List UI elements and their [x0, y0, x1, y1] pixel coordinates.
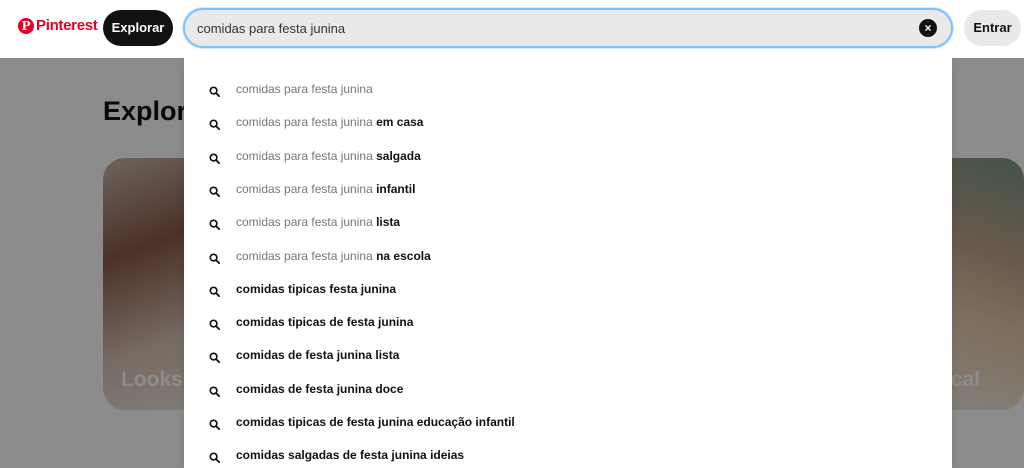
suggestion-item[interactable]: comidas para festa junina — [184, 73, 952, 106]
search-icon — [209, 417, 220, 430]
suggestion-item[interactable]: comidas de festa junina lista — [184, 339, 952, 372]
suggestion-item[interactable]: comidas salgadas de festa junina ideias — [184, 439, 952, 468]
explore-button[interactable]: Explorar — [103, 10, 173, 46]
suggestion-completion-part: em casa — [376, 115, 424, 130]
suggestion-completion-part: lista — [376, 215, 401, 230]
suggestion-query-part: comidas para festa junina — [236, 181, 373, 196]
suggestion-item[interactable]: comidas tipicas de festa junina — [184, 306, 952, 339]
suggestion-text: comidas de festa junina lista — [236, 348, 400, 363]
suggestion-text: comidas para festa junina salgada — [236, 149, 421, 163]
login-button[interactable]: Entrar — [964, 10, 1021, 46]
suggestion-completion-part: infantil — [376, 181, 416, 196]
suggestion-text: comidas para festa junina infantil — [236, 182, 415, 196]
suggestion-completion-part: na escola — [376, 248, 431, 263]
search-icon — [209, 350, 220, 364]
suggestion-query-part: comidas para festa junina — [236, 115, 373, 130]
search-input[interactable]: comidas para festa junina × — [183, 8, 953, 48]
suggestion-item[interactable]: comidas para festa junina na escola — [184, 240, 952, 273]
search-icon — [209, 184, 220, 197]
suggestion-text: comidas para festa junina lista — [236, 215, 400, 229]
search-icon — [209, 117, 220, 131]
suggestion-text: comidas tipicas de festa junina — [236, 315, 414, 330]
suggestion-text: comidas para festa junina na escola — [236, 249, 431, 263]
suggestion-text: comidas para festa junina — [236, 82, 373, 96]
search-suggestions-dropdown: comidas para festa junina comidas para fe… — [184, 58, 952, 468]
search-icon — [209, 151, 220, 164]
suggestion-text: comidas para festa junina em casa — [236, 115, 423, 129]
search-icon — [209, 284, 220, 297]
suggestion-item[interactable]: comidas tipicas de festa junina educação… — [184, 406, 952, 439]
search-icon — [209, 317, 220, 331]
suggestion-query-part: comidas para festa junina — [236, 215, 373, 230]
search-icon — [209, 217, 220, 231]
search-icon — [209, 251, 220, 264]
search-icon — [209, 450, 220, 464]
search-icon — [209, 84, 220, 97]
suggestion-text: comidas de festa junina doce — [236, 381, 404, 396]
search-icon — [209, 384, 220, 397]
suggestion-item[interactable]: comidas de festa junina doce — [184, 373, 952, 406]
pinterest-logo-icon: P — [18, 17, 34, 34]
suggestion-item[interactable]: comidas para festa junina lista — [184, 206, 952, 239]
suggestion-item[interactable]: comidas para festa junina infantil — [184, 173, 952, 206]
suggestion-query-part: comidas para festa junina — [236, 248, 373, 263]
suggestion-text: comidas tipicas festa junina — [236, 281, 397, 296]
suggestion-query-part: comidas para festa junina — [236, 148, 373, 163]
suggestion-item[interactable]: comidas para festa junina salgada — [184, 140, 952, 173]
top-navbar: P Pinterest Explorar comidas para festa … — [0, 0, 1024, 58]
suggestion-completion-part: salgada — [376, 148, 421, 163]
suggestion-text: comidas tipicas de festa junina educação… — [236, 415, 515, 429]
logo-text: Pinterest — [36, 17, 98, 34]
pinterest-logo[interactable]: P Pinterest — [18, 17, 98, 34]
suggestion-text: comidas salgadas de festa junina ideias — [236, 448, 465, 463]
search-input-value: comidas para festa junina — [197, 21, 346, 36]
suggestion-query-part: comidas para festa junina — [236, 82, 373, 96]
clear-search-icon[interactable]: × — [919, 19, 937, 37]
suggestion-item[interactable]: comidas tipicas festa junina — [184, 273, 952, 306]
suggestion-item[interactable]: comidas para festa junina em casa — [184, 106, 952, 139]
